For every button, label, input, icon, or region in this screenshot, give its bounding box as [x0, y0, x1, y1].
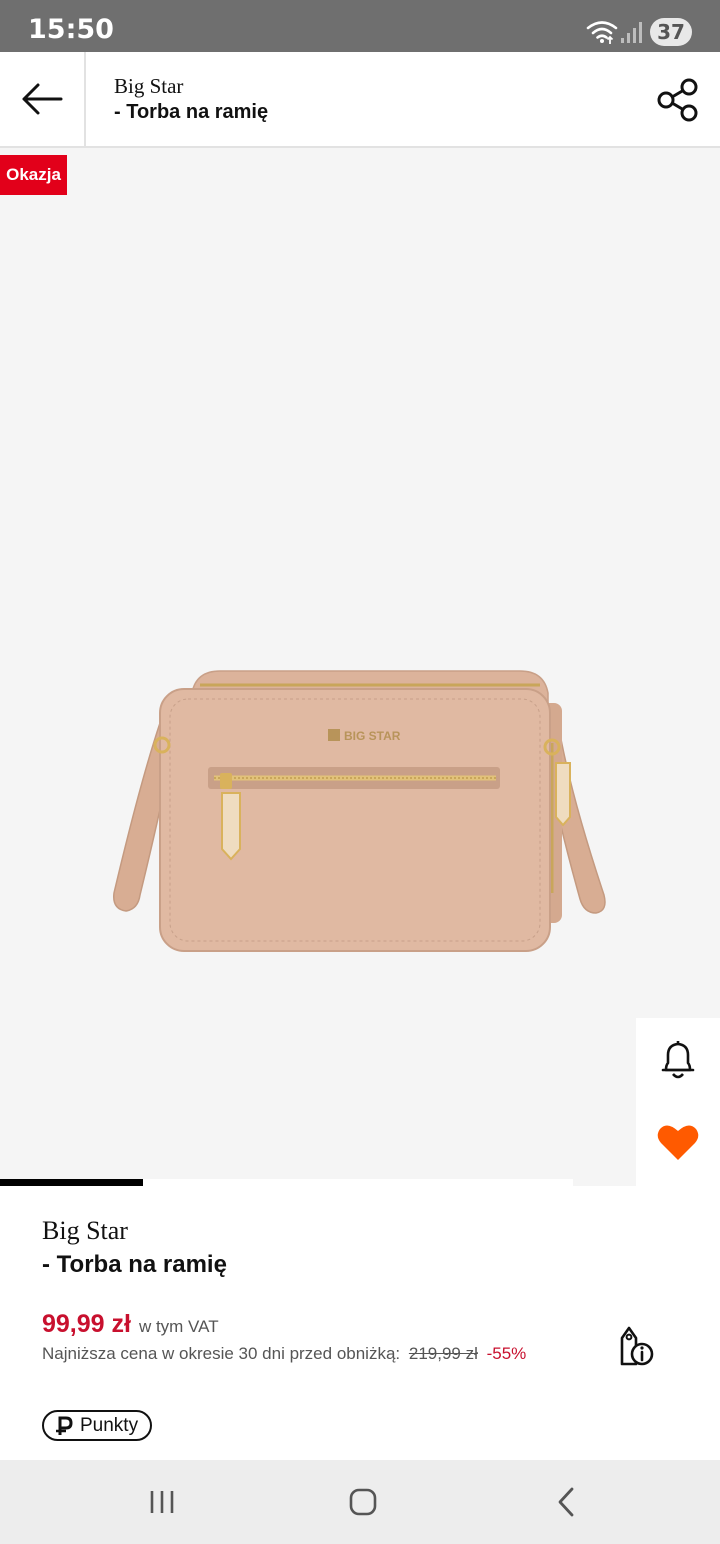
points-label: Punkty — [80, 1414, 139, 1436]
signal-icon — [621, 22, 642, 43]
header-title: - Torba na ramię — [114, 101, 269, 123]
price-tag-info-icon — [620, 1326, 654, 1366]
side-actions — [636, 1018, 720, 1186]
deal-badge: Okazja — [0, 155, 67, 195]
gallery-progress — [0, 1179, 144, 1186]
back-button[interactable] — [0, 52, 86, 146]
lowest-price-row: Najniższa cena w okresie 30 dni przed ob… — [42, 1344, 526, 1364]
header-brand: Big Star — [114, 74, 184, 98]
product-brand[interactable]: Big Star — [42, 1216, 128, 1246]
points-icon — [54, 1416, 74, 1436]
heart-icon — [657, 1125, 699, 1160]
price-row: 99,99 zł w tym VAT — [42, 1310, 219, 1339]
old-price: 219,99 zł — [408, 1344, 478, 1363]
product-info: Big Star - Torba na ramię 99,99 zł w tym… — [0, 1186, 720, 1460]
home-button[interactable] — [342, 1482, 384, 1522]
battery-indicator: 37 — [650, 18, 692, 46]
notify-button[interactable] — [656, 1036, 700, 1084]
vat-label: w tym VAT — [138, 1317, 219, 1336]
product-price: 99,99 zł — [42, 1310, 131, 1338]
bell-icon — [661, 1041, 695, 1079]
arrow-left-icon — [22, 83, 63, 115]
app-header: Big Star - Torba na ramię — [0, 52, 720, 148]
recents-button[interactable] — [142, 1482, 182, 1522]
product-gallery[interactable]: Okazja BIG STAR — [0, 148, 720, 1186]
product-name: - Torba na ramię — [42, 1251, 227, 1278]
status-time: 15:50 — [28, 14, 114, 45]
home-icon — [349, 1488, 377, 1516]
share-button[interactable] — [652, 74, 704, 126]
recents-icon — [150, 1491, 174, 1513]
price-info-button[interactable] — [612, 1322, 658, 1370]
back-icon — [558, 1487, 574, 1517]
product-image[interactable]: BIG STAR — [100, 663, 620, 963]
lowest-price-label: Najniższa cena w okresie 30 dni przed ob… — [42, 1344, 401, 1363]
system-nav-bar — [0, 1460, 720, 1544]
discount-badge: -55% — [486, 1344, 527, 1363]
system-back-button[interactable] — [546, 1482, 586, 1522]
wifi-icon — [586, 21, 618, 44]
status-bar: 15:50 37 — [0, 0, 720, 52]
share-icon — [657, 78, 698, 122]
logo-text: BIG STAR — [344, 729, 401, 743]
points-button[interactable]: Punkty — [42, 1410, 153, 1441]
favorite-button[interactable] — [654, 1118, 702, 1166]
